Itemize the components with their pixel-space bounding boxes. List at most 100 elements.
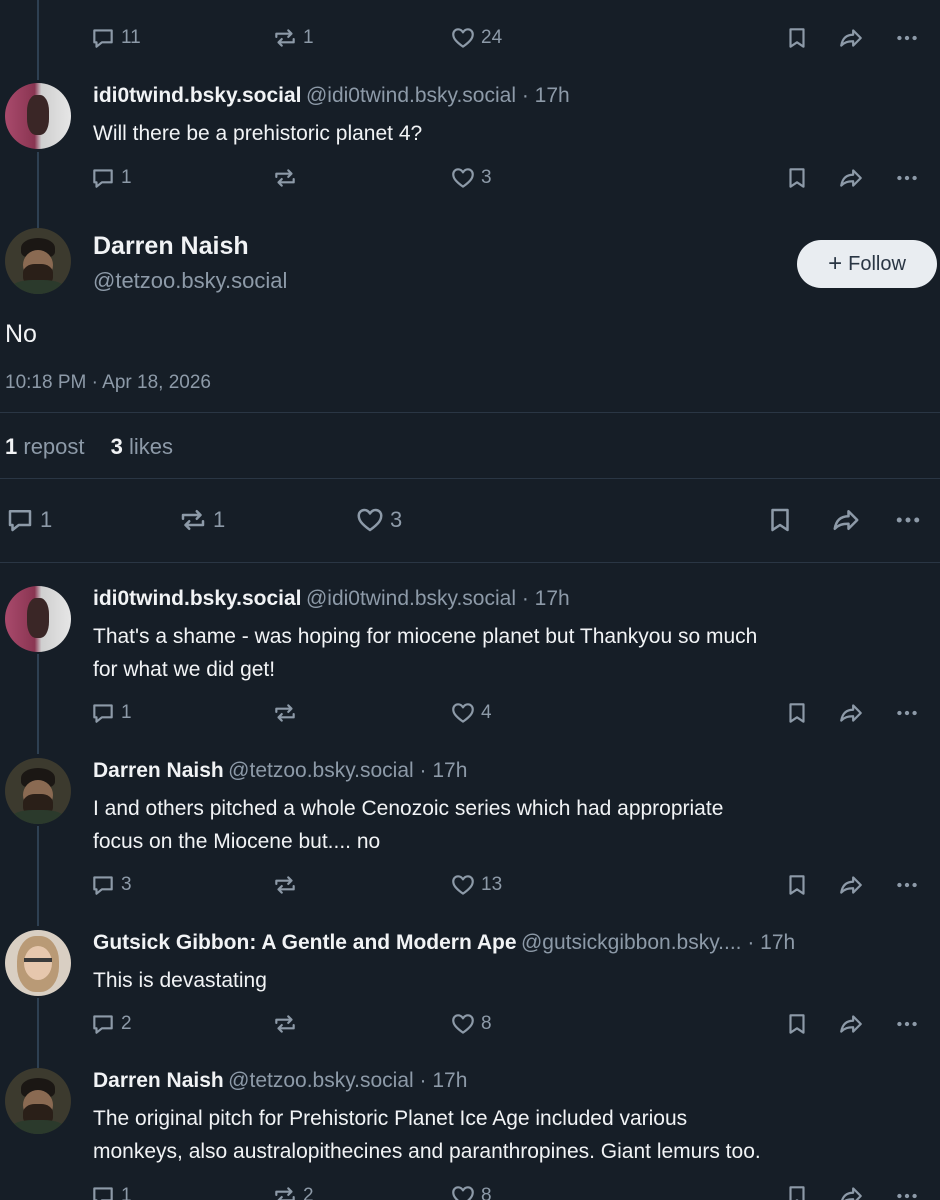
divider — [0, 562, 940, 563]
repost-button[interactable]: 1 — [178, 505, 225, 535]
post-header: idi0twind.bsky.social @idi0twind.bsky.so… — [93, 587, 570, 611]
like-count: 13 — [481, 874, 503, 895]
bookmark-icon — [784, 872, 810, 898]
divider — [0, 412, 940, 413]
more-options-button[interactable] — [894, 1183, 920, 1200]
heart-icon — [450, 700, 476, 726]
like-count: 8 — [481, 1185, 492, 1200]
repost-count: 1 — [303, 27, 314, 48]
bookmark-button[interactable] — [784, 700, 810, 726]
post-text-line: monkeys, also australopithecines and par… — [93, 1140, 761, 1163]
display-name[interactable]: idi0twind.bsky.social — [93, 587, 302, 610]
repost-button[interactable] — [272, 872, 298, 898]
repost-arrows-icon — [272, 872, 298, 898]
avatar[interactable] — [5, 228, 71, 294]
speech-bubble-icon — [90, 25, 116, 51]
ellipsis-icon — [894, 1183, 920, 1200]
share-arrow-icon — [838, 700, 864, 726]
handle-time[interactable]: @idi0twind.bsky.social · 17h — [306, 587, 570, 610]
like-count: 4 — [481, 702, 492, 723]
like-button[interactable]: 8 — [450, 1183, 492, 1200]
handle-time[interactable]: @tetzoo.bsky.social · 17h — [228, 759, 467, 782]
share-arrow-icon — [831, 505, 861, 535]
bookmark-button[interactable] — [784, 165, 810, 191]
share-button[interactable] — [838, 1011, 864, 1037]
avatar[interactable] — [5, 758, 71, 824]
share-button[interactable] — [838, 165, 864, 191]
like-button[interactable]: 24 — [450, 25, 502, 51]
display-name[interactable]: Darren Naish — [93, 1069, 224, 1092]
bookmark-button[interactable] — [784, 1011, 810, 1037]
share-button[interactable] — [838, 700, 864, 726]
post-header: Gutsick Gibbon: A Gentle and Modern Ape … — [93, 931, 795, 955]
repost-button[interactable] — [272, 1011, 298, 1037]
like-button[interactable]: 13 — [450, 872, 502, 898]
avatar[interactable] — [5, 930, 71, 996]
handle-time[interactable]: @idi0twind.bsky.social · 17h — [306, 84, 570, 107]
like-button[interactable]: 8 — [450, 1011, 492, 1037]
speech-bubble-icon — [5, 505, 35, 535]
post-text-line: for what we did get! — [93, 658, 276, 681]
reply-button[interactable]: 1 — [90, 165, 132, 191]
handle-time[interactable]: @gutsickgibbon.bsky.... · 17h — [521, 931, 795, 954]
repost-stat[interactable]: 1 repost — [5, 434, 85, 459]
reply-button[interactable]: 2 — [90, 1011, 132, 1037]
like-button[interactable]: 3 — [355, 505, 402, 535]
repost-arrows-icon — [272, 165, 298, 191]
post-actions: 3 13 — [90, 872, 922, 902]
repost-button[interactable]: 1 — [272, 25, 314, 51]
post-text-line: focus on the Miocene but.... no — [93, 830, 381, 853]
reply-button[interactable]: 1 — [5, 505, 52, 535]
bookmark-button[interactable] — [784, 25, 810, 51]
repost-stat-label: repost — [23, 434, 85, 459]
share-button[interactable] — [838, 872, 864, 898]
more-options-button[interactable] — [894, 165, 920, 191]
bookmark-icon — [784, 1183, 810, 1200]
reply-count: 11 — [121, 27, 141, 48]
repost-button[interactable] — [272, 700, 298, 726]
display-name[interactable]: Gutsick Gibbon: A Gentle and Modern Ape — [93, 931, 517, 954]
like-stat-label: likes — [129, 434, 174, 459]
reply-button[interactable]: 11 — [90, 25, 141, 51]
repost-button[interactable] — [272, 165, 298, 191]
thread-line — [37, 654, 39, 754]
speech-bubble-icon — [90, 872, 116, 898]
more-options-button[interactable] — [894, 1011, 920, 1037]
like-button[interactable]: 4 — [450, 700, 492, 726]
display-name[interactable]: Darren Naish — [93, 759, 224, 782]
reply-count: 1 — [121, 167, 132, 188]
reply-button[interactable]: 1 — [90, 1183, 132, 1200]
like-stat[interactable]: 3 likes — [111, 434, 173, 459]
bookmark-button[interactable] — [784, 1183, 810, 1200]
more-options-button[interactable] — [894, 25, 920, 51]
like-button[interactable]: 3 — [450, 165, 492, 191]
heart-icon — [355, 505, 385, 535]
bookmark-button[interactable] — [784, 872, 810, 898]
display-name[interactable]: idi0twind.bsky.social — [93, 84, 302, 107]
bookmark-button[interactable] — [765, 505, 795, 535]
share-button[interactable] — [831, 505, 861, 535]
share-arrow-icon — [838, 872, 864, 898]
follow-button[interactable]: + Follow — [797, 240, 937, 288]
reply-button[interactable]: 3 — [90, 872, 132, 898]
like-stat-number: 3 — [110, 434, 123, 459]
ellipsis-icon — [894, 165, 920, 191]
handle-time[interactable]: @tetzoo.bsky.social · 17h — [228, 1069, 467, 1092]
more-options-button[interactable] — [893, 505, 923, 535]
follow-label: Follow — [848, 252, 906, 275]
post-timestamp[interactable]: 10:18 PM · Apr 18, 2026 — [5, 372, 211, 394]
engagement-stats: 1 repost 3 likes — [5, 434, 173, 460]
repost-button[interactable]: 2 — [272, 1183, 314, 1200]
avatar[interactable] — [5, 83, 71, 149]
display-name[interactable]: Darren Naish — [93, 232, 249, 261]
share-button[interactable] — [838, 25, 864, 51]
more-options-button[interactable] — [894, 700, 920, 726]
post-text-line: The original pitch for Prehistoric Plane… — [93, 1107, 688, 1130]
avatar[interactable] — [5, 1068, 71, 1134]
avatar[interactable] — [5, 586, 71, 652]
post-text: No — [5, 320, 37, 348]
reply-button[interactable]: 1 — [90, 700, 132, 726]
more-options-button[interactable] — [894, 872, 920, 898]
share-button[interactable] — [838, 1183, 864, 1200]
handle[interactable]: @tetzoo.bsky.social — [93, 268, 287, 294]
